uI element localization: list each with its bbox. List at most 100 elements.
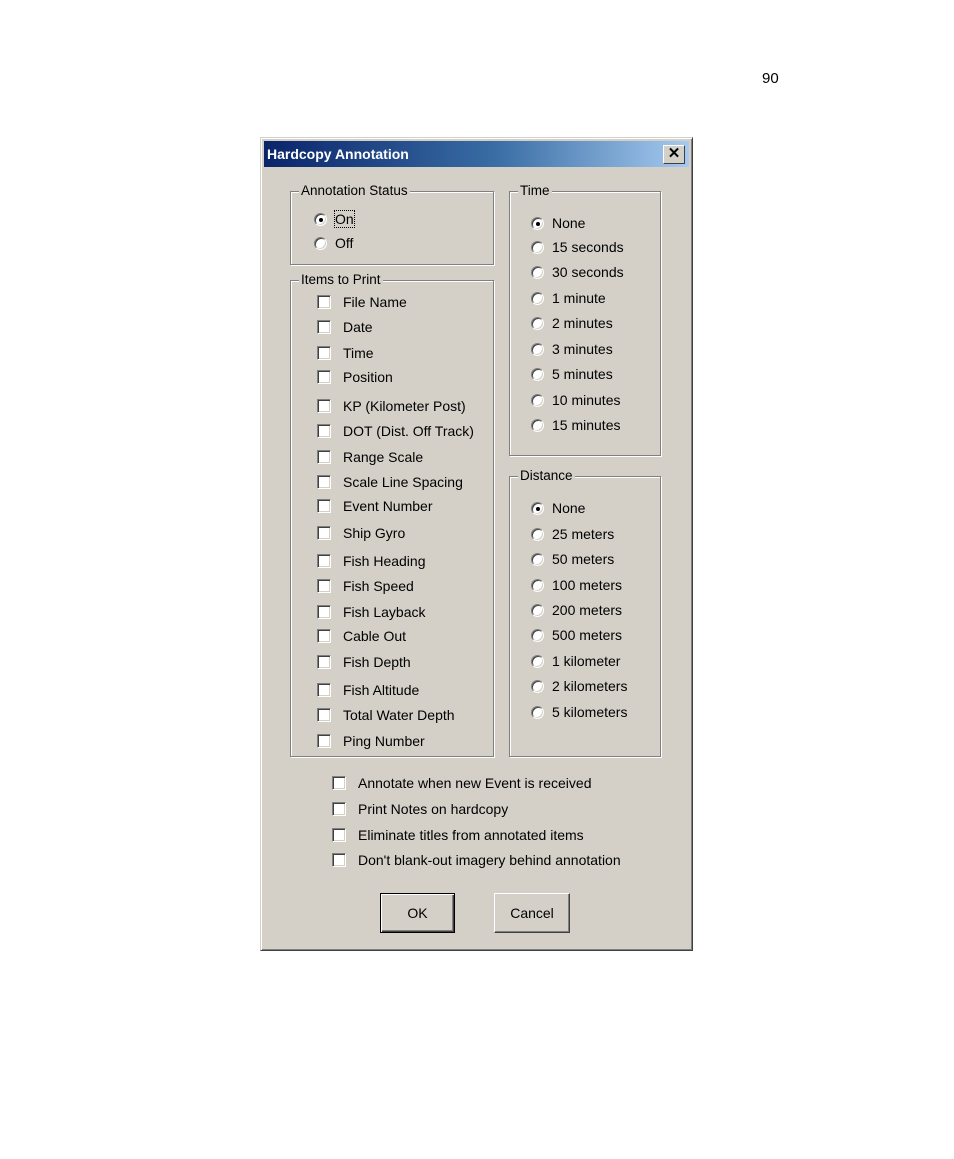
checkbox-icon[interactable] bbox=[317, 475, 331, 489]
distance-radio-5-kilometers[interactable]: 5 kilometers bbox=[531, 703, 627, 721]
time-label: Time bbox=[518, 183, 552, 199]
time-radio-3-minutes[interactable]: 3 minutes bbox=[531, 340, 613, 358]
checkbox-icon[interactable] bbox=[317, 734, 331, 748]
print-checkbox-kp-kilometer-post[interactable]: KP (Kilometer Post) bbox=[317, 397, 466, 415]
radio-unselected-icon[interactable] bbox=[531, 705, 544, 719]
print-checkbox-range-scale[interactable]: Range Scale bbox=[317, 448, 423, 466]
radio-unselected-icon[interactable] bbox=[531, 628, 544, 642]
checkbox-icon[interactable] bbox=[317, 579, 331, 593]
cancel-button-label: Cancel bbox=[510, 905, 554, 921]
print-item-label: Total Water Depth bbox=[343, 707, 455, 723]
print-checkbox-cable-out[interactable]: Cable Out bbox=[317, 627, 406, 645]
print-checkbox-ping-number[interactable]: Ping Number bbox=[317, 732, 425, 750]
option-checkbox-print-notes-on-hardcopy[interactable]: Print Notes on hardcopy bbox=[332, 800, 508, 818]
ok-button[interactable]: OK bbox=[380, 893, 455, 933]
time-radio-2-minutes[interactable]: 2 minutes bbox=[531, 314, 613, 332]
time-radio-none[interactable]: None bbox=[531, 214, 585, 232]
checkbox-icon[interactable] bbox=[317, 399, 331, 413]
status-radio-on[interactable]: On bbox=[314, 210, 355, 228]
checkbox-icon[interactable] bbox=[317, 346, 331, 360]
distance-radio-2-kilometers[interactable]: 2 kilometers bbox=[531, 677, 627, 695]
checkbox-icon[interactable] bbox=[317, 450, 331, 464]
checkbox-icon[interactable] bbox=[317, 295, 331, 309]
option-checkbox-don-t-blank-out-imagery-behind-annotation[interactable]: Don't blank-out imagery behind annotatio… bbox=[332, 851, 621, 869]
time-option-label: 1 minute bbox=[552, 290, 606, 306]
distance-radio-500-meters[interactable]: 500 meters bbox=[531, 626, 622, 644]
checkbox-icon[interactable] bbox=[332, 853, 346, 867]
radio-unselected-icon[interactable] bbox=[531, 679, 544, 693]
radio-unselected-icon[interactable] bbox=[531, 367, 544, 381]
radio-unselected-icon[interactable] bbox=[531, 291, 544, 305]
distance-radio-none[interactable]: None bbox=[531, 499, 585, 517]
time-option-label: 2 minutes bbox=[552, 315, 613, 331]
checkbox-icon[interactable] bbox=[317, 320, 331, 334]
time-radio-10-minutes[interactable]: 10 minutes bbox=[531, 391, 620, 409]
radio-selected-icon[interactable] bbox=[531, 501, 544, 515]
distance-radio-1-kilometer[interactable]: 1 kilometer bbox=[531, 652, 620, 670]
time-radio-1-minute[interactable]: 1 minute bbox=[531, 289, 606, 307]
time-radio-30-seconds[interactable]: 30 seconds bbox=[531, 263, 624, 281]
option-item-label: Print Notes on hardcopy bbox=[358, 801, 509, 817]
print-checkbox-fish-depth[interactable]: Fish Depth bbox=[317, 653, 411, 671]
print-checkbox-event-number[interactable]: Event Number bbox=[317, 497, 432, 515]
close-button[interactable]: ✕ bbox=[663, 145, 685, 164]
distance-radio-200-meters[interactable]: 200 meters bbox=[531, 601, 622, 619]
radio-unselected-icon[interactable] bbox=[531, 603, 544, 617]
print-checkbox-file-name[interactable]: File Name bbox=[317, 293, 407, 311]
checkbox-icon[interactable] bbox=[317, 554, 331, 568]
print-checkbox-total-water-depth[interactable]: Total Water Depth bbox=[317, 706, 455, 724]
radio-unselected-icon[interactable] bbox=[314, 236, 327, 250]
radio-unselected-icon[interactable] bbox=[531, 240, 544, 254]
checkbox-icon[interactable] bbox=[317, 629, 331, 643]
print-checkbox-time[interactable]: Time bbox=[317, 344, 374, 362]
option-checkbox-eliminate-titles-from-annotated-items[interactable]: Eliminate titles from annotated items bbox=[332, 826, 584, 844]
annotation-status-label: Annotation Status bbox=[299, 183, 410, 199]
status-radio-off[interactable]: Off bbox=[314, 234, 353, 252]
radio-unselected-icon[interactable] bbox=[531, 265, 544, 279]
radio-unselected-icon[interactable] bbox=[531, 527, 544, 541]
print-item-label: Ping Number bbox=[343, 733, 425, 749]
radio-selected-icon[interactable] bbox=[314, 212, 327, 226]
checkbox-icon[interactable] bbox=[317, 526, 331, 540]
print-checkbox-fish-layback[interactable]: Fish Layback bbox=[317, 603, 425, 621]
checkbox-icon[interactable] bbox=[317, 605, 331, 619]
print-item-label: Range Scale bbox=[343, 449, 424, 465]
checkbox-icon[interactable] bbox=[317, 708, 331, 722]
cancel-button[interactable]: Cancel bbox=[494, 893, 570, 933]
checkbox-icon[interactable] bbox=[332, 828, 346, 842]
print-checkbox-fish-speed[interactable]: Fish Speed bbox=[317, 577, 414, 595]
checkbox-icon[interactable] bbox=[317, 424, 331, 438]
time-radio-15-minutes[interactable]: 15 minutes bbox=[531, 416, 620, 434]
checkbox-icon[interactable] bbox=[317, 683, 331, 697]
radio-unselected-icon[interactable] bbox=[531, 552, 544, 566]
radio-selected-icon[interactable] bbox=[531, 216, 544, 230]
checkbox-icon[interactable] bbox=[332, 776, 346, 790]
checkbox-icon[interactable] bbox=[317, 370, 331, 384]
radio-unselected-icon[interactable] bbox=[531, 342, 544, 356]
print-checkbox-position[interactable]: Position bbox=[317, 368, 393, 386]
time-option-label: None bbox=[552, 215, 586, 231]
distance-option-label: None bbox=[552, 500, 586, 516]
distance-radio-100-meters[interactable]: 100 meters bbox=[531, 576, 622, 594]
option-checkbox-annotate-when-new-event-is-received[interactable]: Annotate when new Event is received bbox=[332, 774, 591, 792]
time-option-label: 5 minutes bbox=[552, 366, 613, 382]
radio-unselected-icon[interactable] bbox=[531, 393, 544, 407]
radio-unselected-icon[interactable] bbox=[531, 418, 544, 432]
print-checkbox-fish-altitude[interactable]: Fish Altitude bbox=[317, 681, 419, 699]
time-radio-15-seconds[interactable]: 15 seconds bbox=[531, 238, 624, 256]
checkbox-icon[interactable] bbox=[317, 499, 331, 513]
time-radio-5-minutes[interactable]: 5 minutes bbox=[531, 365, 613, 383]
radio-unselected-icon[interactable] bbox=[531, 316, 544, 330]
radio-unselected-icon[interactable] bbox=[531, 654, 544, 668]
checkbox-icon[interactable] bbox=[317, 655, 331, 669]
print-checkbox-fish-heading[interactable]: Fish Heading bbox=[317, 552, 426, 570]
print-checkbox-date[interactable]: Date bbox=[317, 318, 373, 336]
print-checkbox-ship-gyro[interactable]: Ship Gyro bbox=[317, 524, 405, 542]
radio-unselected-icon[interactable] bbox=[531, 578, 544, 592]
checkbox-icon[interactable] bbox=[332, 802, 346, 816]
distance-radio-50-meters[interactable]: 50 meters bbox=[531, 550, 614, 568]
print-checkbox-dot-dist-off-track[interactable]: DOT (Dist. Off Track) bbox=[317, 422, 474, 440]
print-checkbox-scale-line-spacing[interactable]: Scale Line Spacing bbox=[317, 473, 463, 491]
distance-radio-25-meters[interactable]: 25 meters bbox=[531, 525, 614, 543]
print-item-label: KP (Kilometer Post) bbox=[343, 398, 466, 414]
